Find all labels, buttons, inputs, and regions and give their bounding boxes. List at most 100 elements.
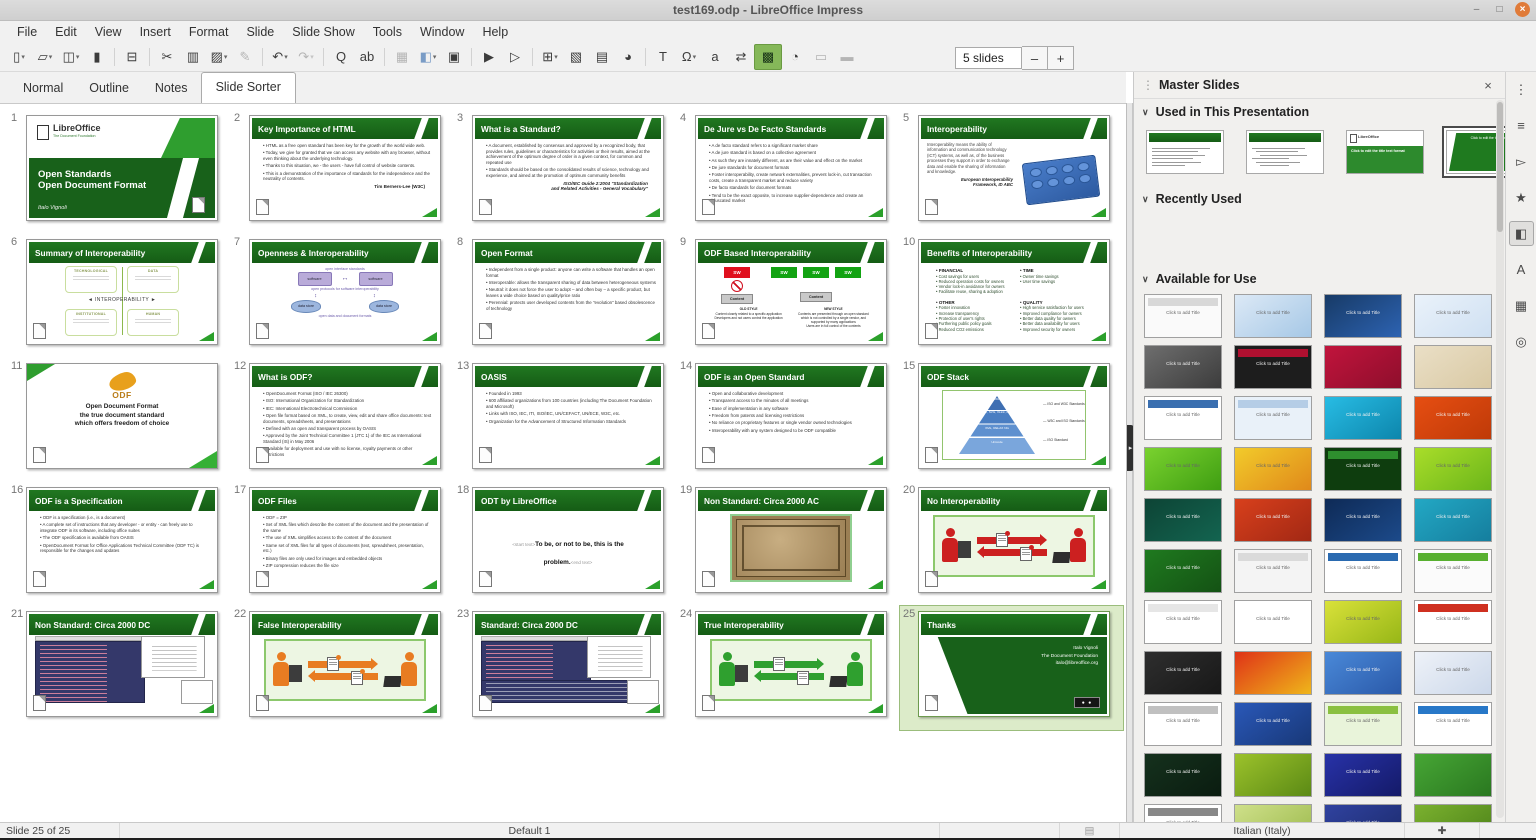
available-master-41[interactable]: Click to add Title [1144,804,1222,822]
slide-sorter-mode-icon[interactable]: ▩ [754,43,782,70]
menu-edit[interactable]: Edit [46,23,86,41]
available-master-16[interactable]: Click to add Title [1414,447,1492,491]
slide-thumbnail[interactable]: Open Format • Independent from a single p… [472,239,664,345]
slide-thumbnail[interactable]: ODF Stack ODF Forms, MathML, SVG, XLink, D… [918,363,1110,469]
slide-thumbnail[interactable]: ODF is a Specification • ODF is a specifi… [26,487,218,593]
clone-formatting-icon[interactable]: ✎ [232,45,258,69]
menu-file[interactable]: File [8,23,46,41]
new-document-icon[interactable]: ▯ ▾ [6,45,32,69]
slide-thumbnail[interactable]: Non Standard: Circa 2000 DC [26,611,218,717]
export-pdf-icon[interactable]: ▮ [84,45,110,69]
available-master-11[interactable]: Click to add Title [1324,396,1402,440]
slide-cell-19[interactable]: 19 Non Standard: Circa 2000 AC [677,482,900,606]
available-master-37[interactable]: Click to add Title [1144,753,1222,797]
view-tab-notes[interactable]: Notes [142,75,201,103]
available-master-31[interactable]: Click to add Title [1324,651,1402,695]
menu-tools[interactable]: Tools [364,23,411,41]
available-master-17[interactable]: Click to add Title [1144,498,1222,542]
slide-cell-1[interactable]: 1 LibreOffice The Document Foundation Open … [8,110,231,234]
slide-thumbnail[interactable]: False Interoperability [249,611,441,717]
slide-thumbnail[interactable]: ODF Based Interoperability SW Content SW SW S… [695,239,887,345]
available-master-6[interactable]: Click to add Title [1234,345,1312,389]
available-master-7[interactable] [1324,345,1402,389]
panel-grip-icon[interactable]: ⋮ [1142,78,1154,92]
available-master-28[interactable]: Click to add Title [1414,600,1492,644]
hide-slide-icon[interactable]: ▭ [808,45,834,69]
slide-cell-11[interactable]: 11 ODF Open Document Format the true docume… [8,358,231,482]
panel-scrollbar[interactable] [1496,100,1504,818]
available-master-34[interactable]: Click to add Title [1234,702,1312,746]
close-icon[interactable]: × [1515,2,1530,17]
slide-thumbnail[interactable]: ODF Files • ODF = ZIP • Set of XML files w… [249,487,441,593]
rehearse-timings-icon[interactable]: ◔ [782,45,808,69]
slide-cell-16[interactable]: 16 ODF is a Specification • ODF is a speci… [8,482,231,606]
menu-slide-show[interactable]: Slide Show [283,23,364,41]
slide-transition-icon[interactable]: ▻ [1509,149,1534,174]
slide-cell-21[interactable]: 21 Non Standard: Circa 2000 DC [8,606,231,730]
available-master-39[interactable]: Click to add Title [1324,753,1402,797]
slide-cell-12[interactable]: 12 What is ODF? • OpenDocument Format (ISO… [231,358,454,482]
available-master-14[interactable]: Click to add Title [1234,447,1312,491]
used-master-1[interactable] [1142,126,1228,178]
slide-thumbnail[interactable]: Benefits of Interoperability • FINANCIAL •… [918,239,1110,345]
slide-cell-20[interactable]: 20 No Interoperability [900,482,1123,606]
minimize-icon[interactable]: – [1469,2,1484,17]
slide-thumbnail[interactable]: OASIS • Founded in 1993 • 600 affiliated o… [472,363,664,469]
slide-thumbnail[interactable]: Standard: Circa 2000 DC [472,611,664,717]
available-master-42[interactable] [1234,804,1312,822]
sidebar-menu-icon[interactable]: ⋮ [1509,77,1534,102]
view-tab-normal[interactable]: Normal [10,75,76,103]
view-tab-slide-sorter[interactable]: Slide Sorter [200,72,296,103]
fit-slide-icon[interactable]: ✚ [1405,823,1480,838]
available-master-43[interactable]: Click to add Title [1324,804,1402,822]
slide-thumbnail[interactable]: What is ODF? • OpenDocument Format (ISO /… [249,363,441,469]
available-master-35[interactable]: Click to add Title [1324,702,1402,746]
used-master-2[interactable] [1242,126,1328,178]
start-from-current-slide-icon[interactable]: ▷ [502,45,528,69]
available-master-18[interactable]: Click to add Title [1234,498,1312,542]
menu-help[interactable]: Help [473,23,517,41]
paste-icon[interactable]: ▨ ▾ [206,45,232,69]
master-slides-icon[interactable]: ◧ [1508,221,1534,246]
available-master-36[interactable]: Click to add Title [1414,702,1492,746]
slide-cell-18[interactable]: 18 ODT by LibreOffice <start text>To be, o… [454,482,677,606]
slide-thumbnail[interactable]: No Interoperability [918,487,1110,593]
insert-image-icon[interactable]: ▧ [563,45,589,69]
available-master-23[interactable]: Click to add Title [1324,549,1402,593]
slide-sorter-area[interactable]: 1 LibreOffice The Document Foundation Open … [0,103,1126,823]
window-titlebar[interactable]: test169.odp - LibreOffice Impress – □ × [0,0,1536,21]
slide-cell-3[interactable]: 3 What is a Standard? • A document, establ… [454,110,677,234]
slide-thumbnail[interactable]: ODT by LibreOffice <start text>To be, or … [472,487,664,593]
slide-thumbnail[interactable]: ODF Open Document Format the true document… [26,363,218,469]
spelling-icon[interactable]: ab [354,45,380,69]
print-icon[interactable]: ⊟ [119,45,145,69]
show-slide-icon[interactable]: ▬ [834,45,860,69]
available-master-33[interactable]: Click to add Title [1144,702,1222,746]
slide-thumbnail[interactable]: What is a Standard? • A document, establi… [472,115,664,221]
styles-icon[interactable]: A [1509,257,1534,282]
sidebar-splitter[interactable]: ▸ [1126,103,1134,822]
slide-thumbnail[interactable]: True Interoperability [695,611,887,717]
insert-textbox-icon[interactable]: T [650,45,676,69]
fontwork-icon[interactable]: a [702,45,728,69]
available-master-27[interactable]: Click to add Title [1324,600,1402,644]
master-slide-icon[interactable]: ▣ [441,45,467,69]
available-master-22[interactable]: Click to add Title [1234,549,1312,593]
insert-media-icon[interactable]: ▤ [589,45,615,69]
slides-per-row-decrease-button[interactable]: – [1022,46,1048,70]
slide-thumbnail[interactable]: Summary of Interoperability TECHNOLOGICAL… [26,239,218,345]
animation-icon[interactable]: ★ [1509,185,1534,210]
slide-cell-14[interactable]: 14 ODF is an Open Standard • Open and coll… [677,358,900,482]
available-master-19[interactable]: Click to add Title [1324,498,1402,542]
view-tab-outline[interactable]: Outline [76,75,142,103]
slide-thumbnail[interactable]: ODF is an Open Standard • Open and collab… [695,363,887,469]
slide-cell-24[interactable]: 24 True Interoperability [677,606,900,730]
used-master-3[interactable]: LibreOffice Click to edit the title text … [1342,126,1428,178]
available-master-40[interactable] [1414,753,1492,797]
available-master-30[interactable] [1234,651,1312,695]
slide-thumbnail[interactable]: De Jure vs De Facto Standards • A de fact… [695,115,887,221]
available-master-29[interactable]: Click to add Title [1144,651,1222,695]
maximize-icon[interactable]: □ [1492,2,1507,17]
slide-cell-23[interactable]: 23 Standard: Circa 2000 DC [454,606,677,730]
redo-icon[interactable]: ↷ ▾ [293,45,319,69]
